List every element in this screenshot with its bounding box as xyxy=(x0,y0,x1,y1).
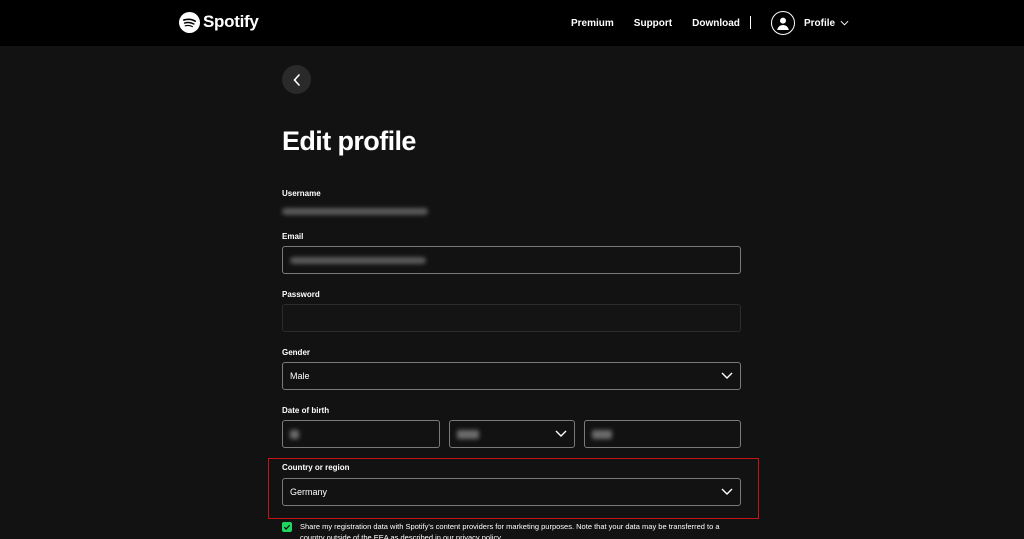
chevron-down-icon xyxy=(721,372,733,379)
brand-name: Spotify xyxy=(203,12,259,31)
user-icon xyxy=(777,17,789,30)
marketing-consent-text: Share my registration data with Spotify'… xyxy=(300,522,720,539)
dob-day-field[interactable] xyxy=(282,420,440,448)
nav-links: Premium Support Download xyxy=(571,0,760,46)
password-label: Password xyxy=(282,290,320,299)
avatar xyxy=(771,11,795,35)
chevron-down-icon xyxy=(721,488,733,495)
dob-month-select[interactable] xyxy=(449,420,575,448)
country-select[interactable]: Germany xyxy=(282,478,741,506)
nav-link-download[interactable]: Download xyxy=(692,18,740,29)
password-field[interactable] xyxy=(282,304,741,332)
spotify-logo[interactable]: Spotify xyxy=(179,11,259,33)
chevron-down-icon xyxy=(555,430,567,437)
country-label: Country or region xyxy=(282,463,350,472)
username-label: Username xyxy=(282,189,321,198)
dob-label: Date of birth xyxy=(282,406,330,415)
gender-value: Male xyxy=(290,371,310,381)
email-label: Email xyxy=(282,232,304,241)
profile-menu-button[interactable]: Profile xyxy=(771,11,849,35)
marketing-consent-checkbox[interactable] xyxy=(282,522,292,532)
back-button[interactable] xyxy=(282,65,311,94)
edit-profile-page: Spotify Premium Support Download Profile xyxy=(0,0,1024,539)
chevron-left-icon xyxy=(292,73,300,86)
gender-label: Gender xyxy=(282,348,311,357)
dob-year-redacted xyxy=(592,429,612,439)
nav-link-premium[interactable]: Premium xyxy=(571,18,614,29)
dob-year-field[interactable] xyxy=(584,420,741,448)
dob-month-redacted xyxy=(457,429,479,439)
username-value-redacted xyxy=(282,208,428,215)
marketing-consent: Share my registration data with Spotify'… xyxy=(282,521,742,539)
email-field[interactable] xyxy=(282,246,741,274)
chevron-down-icon xyxy=(840,20,849,26)
country-value: Germany xyxy=(290,487,328,497)
checkmark-icon xyxy=(283,524,291,530)
nav-link-support[interactable]: Support xyxy=(634,18,672,29)
profile-label: Profile xyxy=(804,17,836,29)
nav-divider xyxy=(750,16,751,29)
spotify-logo-icon xyxy=(179,11,200,33)
page-title: Edit profile xyxy=(282,126,416,156)
email-value-redacted xyxy=(290,256,426,264)
dob-day-redacted xyxy=(290,429,299,439)
top-nav: Spotify Premium Support Download Profile xyxy=(0,0,1024,46)
gender-select[interactable]: Male xyxy=(282,362,741,390)
